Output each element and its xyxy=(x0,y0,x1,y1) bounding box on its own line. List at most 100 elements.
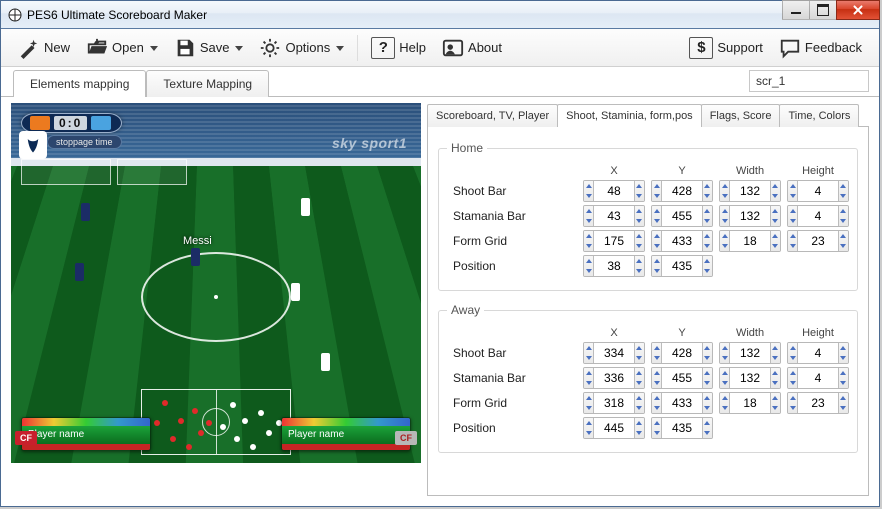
person-card-icon xyxy=(442,37,464,59)
home-stamania-h[interactable] xyxy=(787,205,849,227)
row-away-form: Form Grid xyxy=(447,392,849,414)
stoppage-label: stoppage time xyxy=(47,135,122,149)
col-y: Y xyxy=(651,327,713,339)
away-form-w[interactable] xyxy=(719,392,781,414)
away-stamania-w[interactable] xyxy=(719,367,781,389)
home-stamania-x[interactable] xyxy=(583,205,645,227)
mini-pitch xyxy=(141,389,291,455)
tab-time-colors[interactable]: Time, Colors xyxy=(779,104,859,127)
property-tabs: Scoreboard, TV, Player Shoot, Staminia, … xyxy=(427,103,869,127)
overlay-region[interactable] xyxy=(21,159,111,185)
away-position-y[interactable] xyxy=(651,417,713,439)
away-form-y[interactable] xyxy=(651,392,713,414)
save-icon xyxy=(174,37,196,59)
minimize-button[interactable] xyxy=(782,0,810,20)
overlay-region[interactable] xyxy=(117,159,187,185)
tab-texture-mapping[interactable]: Texture Mapping xyxy=(146,70,269,97)
away-form-x[interactable] xyxy=(583,392,645,414)
home-shoot-y[interactable] xyxy=(651,180,713,202)
away-player-name: Player name xyxy=(282,426,410,444)
away-badge-icon xyxy=(91,116,111,130)
chevron-down-icon xyxy=(235,41,243,55)
speech-bubble-icon xyxy=(779,37,801,59)
wand-icon xyxy=(18,37,40,59)
open-icon xyxy=(86,37,108,59)
titlebar[interactable]: PES6 Ultimate Scoreboard Maker xyxy=(1,1,879,29)
feedback-button[interactable]: Feedback xyxy=(772,32,869,64)
support-button[interactable]: $ Support xyxy=(682,32,770,64)
tab-elements-mapping[interactable]: Elements mapping xyxy=(13,70,146,97)
away-shoot-x[interactable] xyxy=(583,342,645,364)
scoreboard-overlay: 0:0 stoppage time xyxy=(21,113,122,149)
chevron-down-icon xyxy=(336,41,344,55)
player-sprite xyxy=(291,283,300,301)
player-sprite xyxy=(81,203,90,221)
league-badge-icon xyxy=(19,131,47,159)
home-badge-icon xyxy=(30,116,50,130)
row-away-stamania: Stamania Bar xyxy=(447,367,849,389)
away-position-x[interactable] xyxy=(583,417,645,439)
center-dot xyxy=(214,295,218,299)
properties-panel: Scoreboard, TV, Player Shoot, Staminia, … xyxy=(427,103,869,496)
home-form-y[interactable] xyxy=(651,230,713,252)
subbar: Elements mapping Texture Mapping xyxy=(1,67,879,97)
player-sprite xyxy=(75,263,84,281)
col-width: Width xyxy=(719,327,781,339)
separator xyxy=(357,35,358,61)
new-button[interactable]: New xyxy=(11,32,77,64)
away-shoot-h[interactable] xyxy=(787,342,849,364)
home-player-panel: Player name xyxy=(21,417,151,451)
options-button[interactable]: Options xyxy=(252,32,351,64)
home-position-y[interactable] xyxy=(651,255,713,277)
row-away-position: Position xyxy=(447,417,849,439)
home-form-w[interactable] xyxy=(719,230,781,252)
home-shoot-h[interactable] xyxy=(787,180,849,202)
preview-name-input[interactable] xyxy=(749,70,869,92)
open-button[interactable]: Open xyxy=(79,32,165,64)
game-preview[interactable]: sky sport1 0:0 stoppage time xyxy=(11,103,421,463)
home-player-name: Player name xyxy=(22,426,150,444)
away-stamania-y[interactable] xyxy=(651,367,713,389)
help-icon: ? xyxy=(371,37,395,59)
col-x: X xyxy=(583,327,645,339)
save-button[interactable]: Save xyxy=(167,32,251,64)
away-form-h[interactable] xyxy=(787,392,849,414)
tv-watermark: sky sport1 xyxy=(332,135,407,151)
help-button[interactable]: ? Help xyxy=(364,32,433,64)
away-stamania-h[interactable] xyxy=(787,367,849,389)
group-away-legend: Away xyxy=(447,303,484,317)
row-home-form: Form Grid xyxy=(447,230,849,252)
maximize-button[interactable] xyxy=(809,0,837,20)
score-text: 0:0 xyxy=(54,116,87,130)
home-stamania-y[interactable] xyxy=(651,205,713,227)
player-sprite xyxy=(191,248,200,266)
home-form-x[interactable] xyxy=(583,230,645,252)
toolbar: New Open Save Options ? Help xyxy=(1,29,879,67)
home-stamania-w[interactable] xyxy=(719,205,781,227)
player-sprite xyxy=(301,198,310,216)
tab-shoot-stamina-form-pos[interactable]: Shoot, Staminia, form,pos xyxy=(557,104,702,127)
col-height: Height xyxy=(787,165,849,177)
away-position-badge: CF xyxy=(395,431,417,445)
home-position-x[interactable] xyxy=(583,255,645,277)
away-stamania-x[interactable] xyxy=(583,367,645,389)
about-button[interactable]: About xyxy=(435,32,509,64)
close-button[interactable] xyxy=(836,0,880,20)
home-shoot-w[interactable] xyxy=(719,180,781,202)
tab-flags-score[interactable]: Flags, Score xyxy=(701,104,781,127)
gear-icon xyxy=(259,37,281,59)
home-shoot-x[interactable] xyxy=(583,180,645,202)
home-form-h[interactable] xyxy=(787,230,849,252)
away-shoot-w[interactable] xyxy=(719,342,781,364)
row-home-position: Position xyxy=(447,255,849,277)
app-icon xyxy=(7,7,23,23)
away-shoot-y[interactable] xyxy=(651,342,713,364)
app-window: PES6 Ultimate Scoreboard Maker New Open xyxy=(0,0,880,507)
home-position-badge: CF xyxy=(15,431,37,445)
row-home-shoot: Shoot Bar xyxy=(447,180,849,202)
tab-scoreboard-tv-player[interactable]: Scoreboard, TV, Player xyxy=(427,104,558,127)
dollar-icon: $ xyxy=(689,37,713,59)
group-home-legend: Home xyxy=(447,141,487,155)
col-width: Width xyxy=(719,165,781,177)
group-home: Home X Y Width Height Shoot Bar xyxy=(438,141,858,291)
